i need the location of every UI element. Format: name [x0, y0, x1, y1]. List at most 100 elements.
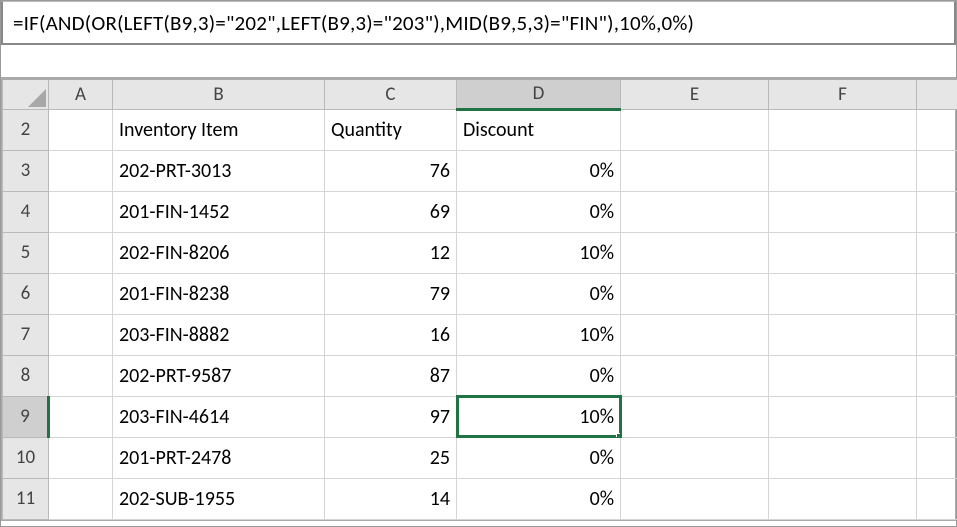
select-all-corner[interactable] [3, 79, 49, 109]
cell-C6[interactable]: 79 [325, 273, 457, 314]
cell-B10[interactable]: 201-PRT-2478 [113, 437, 325, 478]
table-row: 5 202-FIN-8206 12 10% [3, 232, 957, 273]
cell-G4[interactable] [917, 191, 957, 232]
cell-D9[interactable]: 10% [457, 396, 621, 437]
cell-D5[interactable]: 10% [457, 232, 621, 273]
formula-bar-value: =IF(AND(OR(LEFT(B9,3)="202",LEFT(B9,3)="… [13, 10, 694, 36]
cell-A9[interactable] [49, 396, 113, 437]
row-header-4[interactable]: 4 [3, 191, 49, 232]
row-header-3[interactable]: 3 [3, 150, 49, 191]
cell-D6[interactable]: 0% [457, 273, 621, 314]
row-header-5[interactable]: 5 [3, 232, 49, 273]
cell-B2[interactable]: Inventory Item [113, 109, 325, 150]
cell-B4[interactable]: 201-FIN-1452 [113, 191, 325, 232]
column-header-G[interactable]: G [917, 79, 957, 109]
cell-A4[interactable] [49, 191, 113, 232]
cell-G3[interactable] [917, 150, 957, 191]
cell-G5[interactable] [917, 232, 957, 273]
cell-B8[interactable]: 202-PRT-9587 [113, 355, 325, 396]
column-header-row: A B C D E F G [3, 79, 957, 109]
cell-A10[interactable] [49, 437, 113, 478]
row-header-2[interactable]: 2 [3, 109, 49, 150]
cell-D11[interactable]: 0% [457, 478, 621, 519]
cell-D4[interactable]: 0% [457, 191, 621, 232]
column-header-A[interactable]: A [49, 79, 113, 109]
cell-C11[interactable]: 14 [325, 478, 457, 519]
cell-D7[interactable]: 10% [457, 314, 621, 355]
cell-C5[interactable]: 12 [325, 232, 457, 273]
cell-D8[interactable]: 0% [457, 355, 621, 396]
cell-F4[interactable] [769, 191, 917, 232]
cell-E11[interactable] [621, 478, 769, 519]
cell-D2[interactable]: Discount [457, 109, 621, 150]
cell-E9[interactable] [621, 396, 769, 437]
cell-E7[interactable] [621, 314, 769, 355]
table-row: 2 Inventory Item Quantity Discount [3, 109, 957, 150]
cell-B5[interactable]: 202-FIN-8206 [113, 232, 325, 273]
row-header-10[interactable]: 10 [3, 437, 49, 478]
cell-B11[interactable]: 202-SUB-1955 [113, 478, 325, 519]
table-row: 9 203-FIN-4614 97 10% [3, 396, 957, 437]
cell-A11[interactable] [49, 478, 113, 519]
cell-E10[interactable] [621, 437, 769, 478]
column-header-F[interactable]: F [769, 79, 917, 109]
cell-B6[interactable]: 201-FIN-8238 [113, 273, 325, 314]
cell-G8[interactable] [917, 355, 957, 396]
column-header-C[interactable]: C [325, 79, 457, 109]
row-header-6[interactable]: 6 [3, 273, 49, 314]
cell-D10[interactable]: 0% [457, 437, 621, 478]
cell-E6[interactable] [621, 273, 769, 314]
cell-F7[interactable] [769, 314, 917, 355]
cell-C8[interactable]: 87 [325, 355, 457, 396]
cell-A8[interactable] [49, 355, 113, 396]
spreadsheet-grid[interactable]: A B C D E F G 2 Inventory Item Quantity … [1, 77, 956, 521]
cell-C3[interactable]: 76 [325, 150, 457, 191]
column-header-D[interactable]: D [457, 79, 621, 109]
cell-E3[interactable] [621, 150, 769, 191]
row-header-11[interactable]: 11 [3, 478, 49, 519]
fill-handle[interactable] [616, 433, 621, 438]
cell-A2[interactable] [49, 109, 113, 150]
cell-F9[interactable] [769, 396, 917, 437]
cell-A7[interactable] [49, 314, 113, 355]
cell-E4[interactable] [621, 191, 769, 232]
cell-B9[interactable]: 203-FIN-4614 [113, 396, 325, 437]
cell-F8[interactable] [769, 355, 917, 396]
cell-E5[interactable] [621, 232, 769, 273]
cell-B3[interactable]: 202-PRT-3013 [113, 150, 325, 191]
column-header-E[interactable]: E [621, 79, 769, 109]
cell-G6[interactable] [917, 273, 957, 314]
cell-C9[interactable]: 97 [325, 396, 457, 437]
cell-C7[interactable]: 16 [325, 314, 457, 355]
row-header-8[interactable]: 8 [3, 355, 49, 396]
cell-F6[interactable] [769, 273, 917, 314]
cell-F5[interactable] [769, 232, 917, 273]
cell-G7[interactable] [917, 314, 957, 355]
column-header-B[interactable]: B [113, 79, 325, 109]
table-row: 4 201-FIN-1452 69 0% [3, 191, 957, 232]
table-row: 3 202-PRT-3013 76 0% [3, 150, 957, 191]
cell-C10[interactable]: 25 [325, 437, 457, 478]
table-row: 8 202-PRT-9587 87 0% [3, 355, 957, 396]
cell-D3[interactable]: 0% [457, 150, 621, 191]
cell-B7[interactable]: 203-FIN-8882 [113, 314, 325, 355]
row-header-9[interactable]: 9 [3, 396, 49, 437]
formula-bar[interactable]: =IF(AND(OR(LEFT(B9,3)="202",LEFT(B9,3)="… [1, 1, 956, 45]
cell-G9[interactable] [917, 396, 957, 437]
cell-F3[interactable] [769, 150, 917, 191]
row-header-7[interactable]: 7 [3, 314, 49, 355]
cell-C2[interactable]: Quantity [325, 109, 457, 150]
cell-A3[interactable] [49, 150, 113, 191]
cell-E2[interactable] [621, 109, 769, 150]
cell-G10[interactable] [917, 437, 957, 478]
table-row: 7 203-FIN-8882 16 10% [3, 314, 957, 355]
cell-G2[interactable] [917, 109, 957, 150]
cell-A5[interactable] [49, 232, 113, 273]
cell-C4[interactable]: 69 [325, 191, 457, 232]
cell-F10[interactable] [769, 437, 917, 478]
cell-F2[interactable] [769, 109, 917, 150]
cell-E8[interactable] [621, 355, 769, 396]
cell-F11[interactable] [769, 478, 917, 519]
cell-A6[interactable] [49, 273, 113, 314]
cell-G11[interactable] [917, 478, 957, 519]
